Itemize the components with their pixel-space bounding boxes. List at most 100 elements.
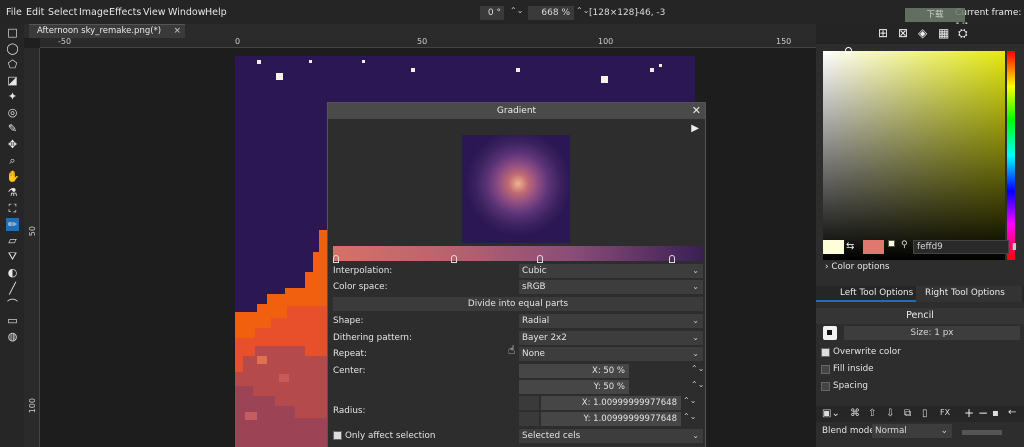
layer-type-icon[interactable]: ▣⌄ <box>822 408 840 419</box>
document-tab[interactable]: Afternoon sky_remake.png(*) × <box>29 24 185 38</box>
fx-icon[interactable]: FX <box>940 408 950 417</box>
center-y-field[interactable]: Y: 50 % <box>519 380 629 394</box>
dithering-select[interactable]: Bayer 2x2 ⌄ <box>519 331 703 345</box>
hue-slider[interactable] <box>1007 51 1015 260</box>
crop-tool-icon[interactable]: ⛶ <box>6 202 19 215</box>
ellipse-select-tool-icon[interactable]: ◯ <box>6 42 19 55</box>
overwrite-color-checkbox[interactable] <box>821 348 830 357</box>
repeat-select[interactable]: None ⌄ <box>519 347 703 361</box>
color-mode-icon[interactable]: ⊞ <box>878 26 888 40</box>
eraser-tool-icon[interactable]: ▱ <box>6 234 19 247</box>
selected-cels-select[interactable]: Selected cels ⌄ <box>519 429 703 443</box>
stamp-icon[interactable]: ⛭ <box>958 26 968 41</box>
pan-tool-icon[interactable]: ✋ <box>6 170 20 183</box>
close-dialog-icon[interactable]: ✕ <box>692 103 701 119</box>
shape-mode-icon[interactable]: ◈ <box>918 26 927 40</box>
radius-y-field[interactable]: Y: 1.00999999977648 <box>541 412 681 426</box>
curve-tool-icon[interactable]: ⌒ <box>6 298 19 311</box>
menu-window[interactable]: Window <box>168 0 205 24</box>
radius-x-field[interactable]: X: 1.00999999977648 <box>541 396 681 410</box>
picker-cursor[interactable] <box>845 47 852 54</box>
color-space-value: sRGB <box>522 282 546 292</box>
clip-icon[interactable]: ⌘ <box>850 408 860 419</box>
color-options-toggle[interactable]: › Color options <box>825 262 890 272</box>
color-space-label: Color space: <box>333 282 388 292</box>
rectangle-tool-icon[interactable]: ▭ <box>6 314 19 327</box>
arrow-left-icon[interactable]: ← <box>1008 407 1016 418</box>
duplicate-layer-icon[interactable]: ⧉ <box>904 408 911 419</box>
menu-edit[interactable]: Edit <box>26 0 44 24</box>
color-select-tool-icon[interactable]: ◪ <box>6 74 19 87</box>
spacing-checkbox[interactable] <box>821 382 830 391</box>
brush-size-slider[interactable]: Size: 1 px <box>844 326 1020 340</box>
menu-help[interactable]: Help <box>205 0 227 24</box>
gradient-stop-handle[interactable] <box>451 255 457 263</box>
layer-up-icon[interactable]: ⇧ <box>868 408 876 419</box>
rotation-stepper-icon[interactable]: ⌃⌄ <box>510 6 523 15</box>
color-picker-tool-icon[interactable]: ⚗ <box>6 186 19 199</box>
shape-label: Shape: <box>333 316 364 326</box>
radius-y-stepper-icon[interactable]: ⌃⌄ <box>683 412 696 421</box>
chevron-down-icon: ⌄ <box>692 316 699 325</box>
blend-mode-select[interactable]: Normal ⌄ <box>872 424 952 438</box>
pencil-tool-icon[interactable]: ✏ <box>6 218 19 231</box>
frame-icon[interactable]: ▪ <box>992 408 999 419</box>
gradient-stop-handle[interactable] <box>333 255 339 263</box>
ellipse-tool-icon[interactable]: ◍ <box>6 330 19 343</box>
gradient-stop-handle[interactable] <box>537 255 543 263</box>
menu-file[interactable]: File <box>6 0 22 24</box>
gradient-dialog: Gradient ✕ ▶ Interpolation: Cubic ⌄ Color… <box>327 102 706 447</box>
pen-select-tool-icon[interactable]: ✎ <box>6 122 19 135</box>
checker-icon[interactable]: ▦ <box>938 26 949 40</box>
add-frame-icon[interactable]: + <box>964 406 974 420</box>
rotation-field[interactable]: 0 ° <box>480 6 504 20</box>
divide-equal-parts-button[interactable]: Divide into equal parts <box>333 297 703 311</box>
secondary-color-swatch[interactable] <box>863 240 884 254</box>
bucket-tool-icon[interactable]: ⛛ <box>6 250 19 263</box>
zoom-tool-icon[interactable]: ⌕ <box>6 154 19 167</box>
gradient-stop-handle[interactable] <box>669 255 675 263</box>
menu-effects[interactable]: Effects <box>109 0 141 24</box>
close-tab-icon[interactable]: × <box>173 25 181 38</box>
magic-wand-tool-icon[interactable]: ✦ <box>6 90 19 103</box>
shape-select[interactable]: Radial ⌄ <box>519 314 703 328</box>
swap-colors-icon[interactable]: ⇆ <box>846 241 854 252</box>
radius-x-stepper-icon[interactable]: ⌃⌄ <box>683 396 696 405</box>
line-tool-icon[interactable]: ╱ <box>6 282 19 295</box>
hex-input[interactable]: feffd9 <box>913 240 1009 254</box>
center-y-row: Y: 50 % ⌃⌄ <box>333 380 704 394</box>
color-menu-icon[interactable]: ▮ <box>1012 242 1017 252</box>
left-tool-options-tab[interactable]: Left Tool Options <box>840 288 913 298</box>
live-preview-icon[interactable]: ▶ <box>691 123 699 134</box>
center-y-stepper-icon[interactable]: ⌃⌄ <box>691 380 704 389</box>
rect-select-tool-icon[interactable]: □ <box>6 26 19 39</box>
lasso-tool-icon[interactable]: ◎ <box>6 106 19 119</box>
remove-frame-icon[interactable]: − <box>978 406 988 420</box>
fill-inside-checkbox[interactable] <box>821 365 830 374</box>
interpolation-select[interactable]: Cubic ⌄ <box>519 264 703 278</box>
primary-color-swatch[interactable] <box>823 240 844 254</box>
delete-layer-icon[interactable]: ▯ <box>922 408 928 419</box>
center-x-field[interactable]: X: 50 % <box>519 364 629 378</box>
reset-colors-icon[interactable] <box>888 240 895 247</box>
zoom-stepper-icon[interactable]: ⌃⌄ <box>576 6 589 15</box>
shading-tool-icon[interactable]: ◐ <box>6 266 19 279</box>
opacity-slider[interactable] <box>962 430 1002 435</box>
menu-select[interactable]: Select <box>48 0 77 24</box>
zoom-field[interactable]: 668 % <box>528 6 574 20</box>
active-tab-indicator <box>816 300 916 302</box>
color-picker-square[interactable] <box>823 51 1005 260</box>
menu-view[interactable]: View <box>143 0 166 24</box>
move-tool-icon[interactable]: ✥ <box>6 138 19 151</box>
color-space-select[interactable]: sRGB ⌄ <box>519 280 703 294</box>
brush-dot-icon <box>827 330 832 335</box>
layer-down-icon[interactable]: ⇩ <box>886 408 894 419</box>
right-tool-options-tab[interactable]: Right Tool Options <box>925 288 1005 298</box>
eyedropper-icon[interactable]: ⚲ <box>901 240 908 250</box>
center-x-stepper-icon[interactable]: ⌃⌄ <box>691 364 704 373</box>
gradient-bar[interactable] <box>333 246 703 261</box>
polygon-select-tool-icon[interactable]: ⬠ <box>6 58 19 71</box>
hsv-mode-icon[interactable]: ⊠ <box>898 26 908 40</box>
only-selection-checkbox[interactable] <box>333 431 342 440</box>
menu-image[interactable]: Image <box>79 0 109 24</box>
